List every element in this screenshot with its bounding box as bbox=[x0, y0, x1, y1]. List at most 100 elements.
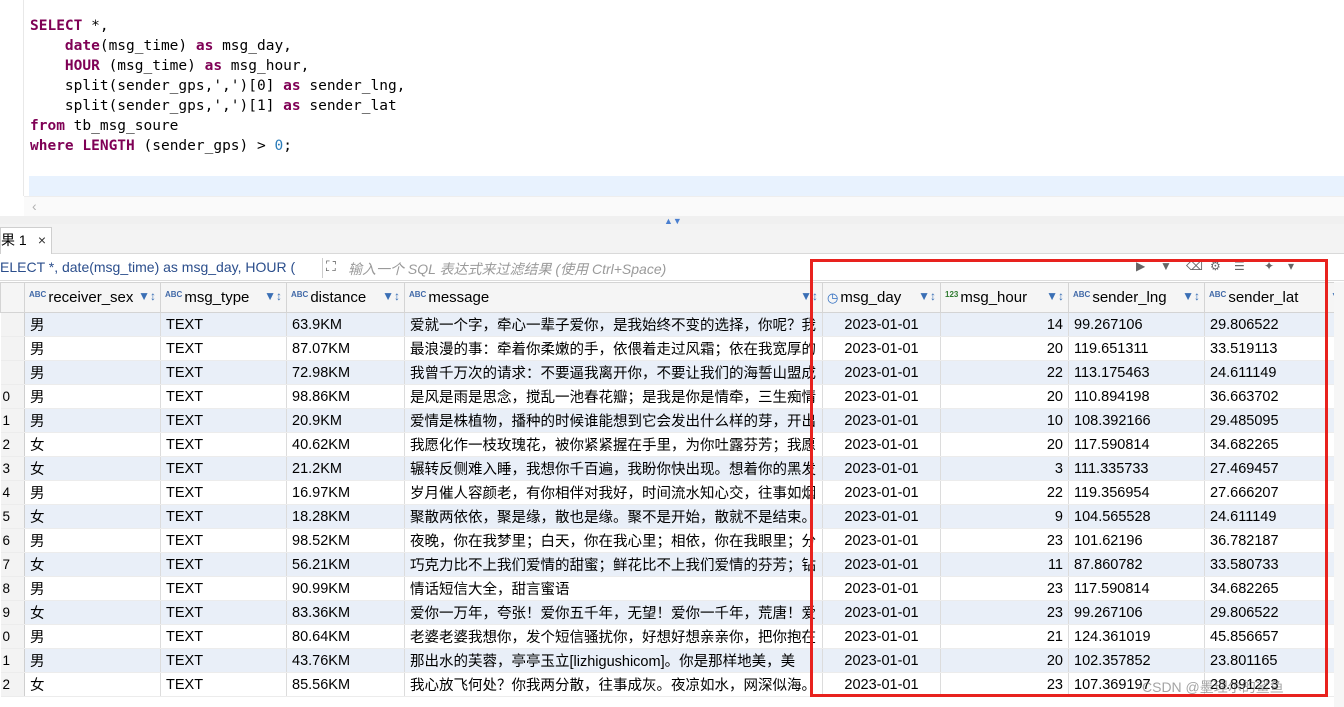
cell-msg-hour[interactable]: 22 bbox=[940, 360, 1069, 385]
cell-message[interactable]: 辗转反侧难入睡，我想你千百遍，我盼你快出现。想着你的黑发 bbox=[404, 456, 823, 481]
cell-msg-day[interactable]: 2023-01-01 bbox=[822, 360, 941, 385]
column-header-msg-type[interactable]: ABC msg_type ▼↕ bbox=[160, 282, 287, 313]
cell-msg-day[interactable]: 2023-01-01 bbox=[822, 552, 941, 577]
cell-msg-day[interactable]: 2023-01-01 bbox=[822, 384, 941, 409]
row-number[interactable]: 0 bbox=[0, 624, 25, 649]
cell-msg-type[interactable]: TEXT bbox=[160, 600, 287, 625]
cell-sender-lat[interactable]: 23.801165 bbox=[1204, 648, 1344, 673]
row-number[interactable]: 3 bbox=[0, 456, 25, 481]
cell-distance[interactable]: 80.64KM bbox=[286, 624, 405, 649]
cell-receiver-sex[interactable]: 男 bbox=[24, 480, 161, 505]
table-row[interactable]: 8 男 TEXT 90.99KM 情话短信大全，甜言蜜语 2023-01-01 23 117.… bbox=[0, 576, 1344, 601]
cell-msg-hour[interactable]: 20 bbox=[940, 384, 1069, 409]
cell-msg-type[interactable]: TEXT bbox=[160, 672, 287, 697]
column-header-distance[interactable]: ABC distance ▼↕ bbox=[286, 282, 405, 313]
filter-panel-icon[interactable]: ☰ bbox=[1234, 259, 1245, 273]
table-row[interactable]: 0 男 TEXT 80.64KM 老婆老婆我想你，发个短信骚扰你，好想好想亲亲你，把你抱… bbox=[0, 624, 1344, 649]
code-line[interactable]: HOUR (msg_time) as msg_hour, bbox=[30, 56, 405, 76]
cell-msg-hour[interactable]: 21 bbox=[940, 624, 1069, 649]
cell-receiver-sex[interactable]: 男 bbox=[24, 384, 161, 409]
code-line[interactable]: from tb_msg_soure bbox=[30, 116, 405, 136]
table-row[interactable]: 7 女 TEXT 56.21KM 巧克力比不上我们爱情的甜蜜；鲜花比不上我们爱情的芬芳；… bbox=[0, 552, 1344, 577]
code-line[interactable]: SELECT *, bbox=[30, 16, 405, 36]
cell-sender-lng[interactable]: 119.651311 bbox=[1068, 336, 1205, 361]
cell-msg-type[interactable]: TEXT bbox=[160, 552, 287, 577]
table-row[interactable]: 5 女 TEXT 18.28KM 聚散两依依，聚是缘，散也是缘。聚不是开始，散就不是结束… bbox=[0, 504, 1344, 529]
cell-receiver-sex[interactable]: 男 bbox=[24, 336, 161, 361]
cell-distance[interactable]: 20.9KM bbox=[286, 408, 405, 433]
table-row[interactable]: 1 男 TEXT 20.9KM 爱情是株植物，播种的时候谁能想到它会发出什么样的芽，开出… bbox=[0, 408, 1344, 433]
table-row[interactable]: 6 男 TEXT 98.52KM 夜晚，你在我梦里；白天，你在我心里；相依，你在我眼里；… bbox=[0, 528, 1344, 553]
cell-distance[interactable]: 98.86KM bbox=[286, 384, 405, 409]
cell-sender-lat[interactable]: 33.519113 bbox=[1204, 336, 1344, 361]
table-row[interactable]: 男 TEXT 63.9KM 爱就一个字，牵心一辈子爱你，是我始终不变的选择，你呢？我 2… bbox=[0, 312, 1344, 337]
cell-msg-type[interactable]: TEXT bbox=[160, 408, 287, 433]
cell-msg-day[interactable]: 2023-01-01 bbox=[822, 456, 941, 481]
cell-message[interactable]: 岁月催人容颜老，有你相伴对我好，时间流水知心交，往事如烟 bbox=[404, 480, 823, 505]
cell-distance[interactable]: 72.98KM bbox=[286, 360, 405, 385]
cell-message[interactable]: 那出水的芙蓉，亭亭玉立[lizhigushicom]。你是那样地美，美 bbox=[404, 648, 823, 673]
cell-sender-lat[interactable]: 29.806522 bbox=[1204, 600, 1344, 625]
cell-sender-lng[interactable]: 87.860782 bbox=[1068, 552, 1205, 577]
cell-distance[interactable]: 18.28KM bbox=[286, 504, 405, 529]
code-line[interactable]: where LENGTH (sender_gps) > 0; bbox=[30, 136, 405, 156]
cell-receiver-sex[interactable]: 男 bbox=[24, 576, 161, 601]
cell-receiver-sex[interactable]: 男 bbox=[24, 312, 161, 337]
cell-msg-type[interactable]: TEXT bbox=[160, 624, 287, 649]
filter-sort-icon[interactable]: ▼↕ bbox=[382, 289, 400, 303]
cell-receiver-sex[interactable]: 女 bbox=[24, 552, 161, 577]
cell-sender-lat[interactable]: 27.666207 bbox=[1204, 480, 1344, 505]
cell-sender-lat[interactable]: 24.611149 bbox=[1204, 360, 1344, 385]
cell-message[interactable]: 巧克力比不上我们爱情的甜蜜；鲜花比不上我们爱情的芬芳；钻 bbox=[404, 552, 823, 577]
cell-msg-hour[interactable]: 20 bbox=[940, 336, 1069, 361]
cell-msg-type[interactable]: TEXT bbox=[160, 432, 287, 457]
row-number[interactable]: 0 bbox=[0, 384, 25, 409]
cell-sender-lng[interactable]: 124.361019 bbox=[1068, 624, 1205, 649]
cell-receiver-sex[interactable]: 女 bbox=[24, 504, 161, 529]
cell-msg-day[interactable]: 2023-01-01 bbox=[822, 480, 941, 505]
table-row[interactable]: 男 TEXT 72.98KM 我曾千万次的请求：不要逼我离开你，不要让我们的海誓山盟成… bbox=[0, 360, 1344, 385]
cell-message[interactable]: 我曾千万次的请求：不要逼我离开你，不要让我们的海誓山盟成 bbox=[404, 360, 823, 385]
filter-sort-icon[interactable]: ▼↕ bbox=[918, 289, 936, 303]
filter-sort-icon[interactable]: ▼↕ bbox=[1046, 289, 1064, 303]
column-header-message[interactable]: ABC message ▼↕ bbox=[404, 282, 823, 313]
cell-sender-lat[interactable]: 27.469457 bbox=[1204, 456, 1344, 481]
cell-sender-lat[interactable]: 29.485095 bbox=[1204, 408, 1344, 433]
cell-sender-lat[interactable]: 24.611149 bbox=[1204, 504, 1344, 529]
expand-icon[interactable]: ⛶ bbox=[326, 258, 336, 275]
row-number[interactable] bbox=[0, 360, 25, 385]
history-dropdown-icon[interactable]: ▼ bbox=[1160, 259, 1172, 273]
cell-distance[interactable]: 90.99KM bbox=[286, 576, 405, 601]
cell-msg-day[interactable]: 2023-01-01 bbox=[822, 432, 941, 457]
grid-vertical-scrollbar[interactable] bbox=[1334, 282, 1344, 707]
filter-sort-icon[interactable]: ▼↕ bbox=[800, 289, 818, 303]
cell-msg-hour[interactable]: 23 bbox=[940, 600, 1069, 625]
cell-sender-lat[interactable]: 34.682265 bbox=[1204, 576, 1344, 601]
cell-sender-lng[interactable]: 117.590814 bbox=[1068, 432, 1205, 457]
filter-sort-icon[interactable]: ▼↕ bbox=[138, 289, 156, 303]
cell-sender-lat[interactable]: 33.580733 bbox=[1204, 552, 1344, 577]
cell-msg-type[interactable]: TEXT bbox=[160, 648, 287, 673]
cell-msg-type[interactable]: TEXT bbox=[160, 384, 287, 409]
row-number[interactable]: 8 bbox=[0, 576, 25, 601]
cell-msg-hour[interactable]: 20 bbox=[940, 432, 1069, 457]
table-row[interactable]: 3 女 TEXT 21.2KM 辗转反侧难入睡，我想你千百遍，我盼你快出现。想着你的黑发… bbox=[0, 456, 1344, 481]
cell-msg-day[interactable]: 2023-01-01 bbox=[822, 312, 941, 337]
cell-msg-day[interactable]: 2023-01-01 bbox=[822, 576, 941, 601]
cell-receiver-sex[interactable]: 男 bbox=[24, 528, 161, 553]
cell-sender-lng[interactable]: 104.565528 bbox=[1068, 504, 1205, 529]
cell-distance[interactable]: 16.97KM bbox=[286, 480, 405, 505]
cell-message[interactable]: 老婆老婆我想你，发个短信骚扰你，好想好想亲亲你，把你抱在 bbox=[404, 624, 823, 649]
cell-sender-lng[interactable]: 119.356954 bbox=[1068, 480, 1205, 505]
row-number[interactable]: 7 bbox=[0, 552, 25, 577]
row-number[interactable]: 2 bbox=[0, 672, 25, 697]
table-row[interactable]: 2 女 TEXT 40.62KM 我愿化作一枝玫瑰花，被你紧紧握在手里，为你吐露芬芳；我… bbox=[0, 432, 1344, 457]
cell-sender-lng[interactable]: 102.357852 bbox=[1068, 648, 1205, 673]
row-number[interactable] bbox=[0, 312, 25, 337]
cell-sender-lng[interactable]: 111.335733 bbox=[1068, 456, 1205, 481]
code-line[interactable]: split(sender_gps,',')[1] as sender_lat bbox=[30, 96, 405, 116]
filter-sort-icon[interactable]: ▼↕ bbox=[1182, 289, 1200, 303]
cell-distance[interactable]: 83.36KM bbox=[286, 600, 405, 625]
cell-msg-type[interactable]: TEXT bbox=[160, 336, 287, 361]
cell-sender-lat[interactable]: 45.856657 bbox=[1204, 624, 1344, 649]
